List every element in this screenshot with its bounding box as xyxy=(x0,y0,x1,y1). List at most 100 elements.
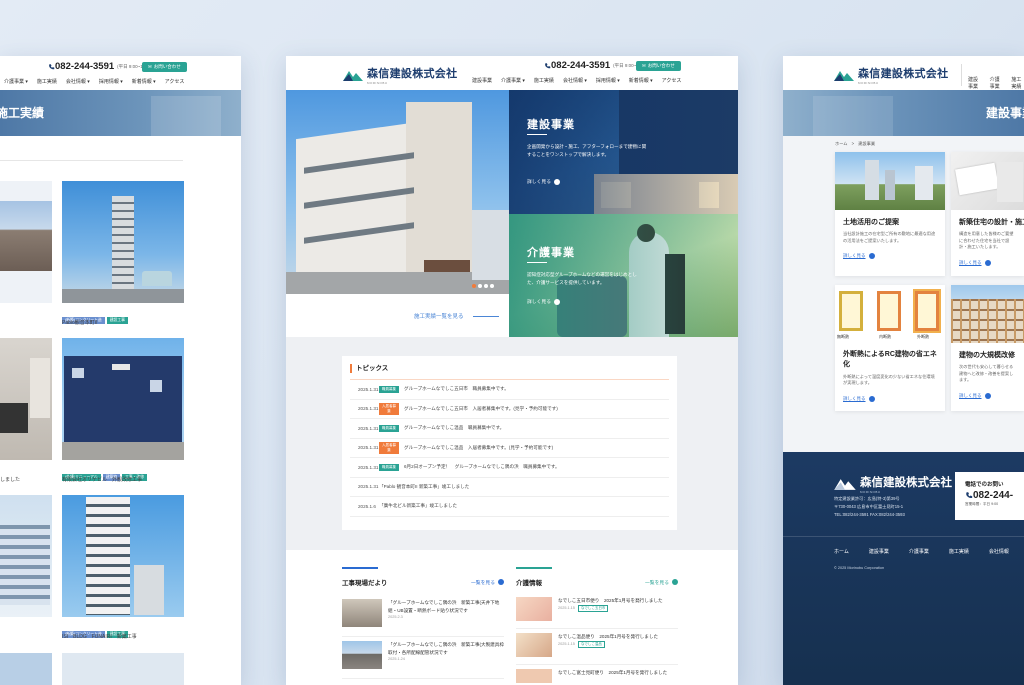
topic-text: グループホームなでしこ温品 入居者募集中です。(見学・予約可能です) xyxy=(404,444,554,450)
topic-row[interactable]: 2025.1.6 「廣牛北ビル新築工事」竣工しました xyxy=(350,497,669,517)
footer-license: 特定建設業許可：広島(特-3)第39号 xyxy=(834,496,900,501)
care-news-item[interactable]: なでしこ温品便り 2025年1月号を発行しました 2025.1.15 なでしこ温品 xyxy=(516,629,678,665)
work-title-2[interactable]: 有限会社オリゲビル 外観改修工事 xyxy=(62,476,142,483)
footer-logo[interactable]: 森信建設株式会社 MORINOBU xyxy=(834,474,952,494)
work-thumb-left-1[interactable] xyxy=(0,181,52,303)
topics-list: 2025.1.31 職員募集 グループホームなでしこ五日市 職員募集中です。 2025… xyxy=(350,380,669,517)
work-title-3[interactable]: ISI BLDG FUNAIRI 新築工事 xyxy=(62,633,137,640)
nav-item[interactable]: 会社情報 ▾ xyxy=(66,78,90,85)
hero-building-image xyxy=(286,90,509,294)
works-list-link-row[interactable]: 施工実績一覧を見る xyxy=(414,312,500,320)
nav-item[interactable]: アクセス xyxy=(165,78,185,85)
breadcrumb[interactable]: ホーム > 建設事業 xyxy=(835,141,875,147)
header-tel[interactable]: 082-244-3591 xyxy=(55,61,114,72)
topic-date: 2025.1.31 xyxy=(358,425,379,431)
nav-item[interactable]: アクセス xyxy=(662,77,682,84)
footer-link-item[interactable]: 建設事業 xyxy=(869,548,889,555)
site-logo[interactable]: 森信建設株式会社 MORINOBU xyxy=(343,65,457,85)
footer-link-item[interactable]: 施工実績 xyxy=(949,548,969,555)
topic-row[interactable]: 2025.1.31 職員募集 グループホームなでしこ温品 職員募集中です。 xyxy=(350,419,669,439)
care-news-title: 介護情報 xyxy=(516,580,542,587)
service-more-link[interactable]: 詳しく見る xyxy=(843,395,875,402)
service-more-link[interactable]: 詳しく見る xyxy=(959,392,991,399)
phone-icon xyxy=(966,492,973,499)
service-image xyxy=(951,285,1024,343)
nav-item[interactable]: 介護事業 xyxy=(990,76,1003,90)
care-news-more-link[interactable]: 一覧を見る xyxy=(645,579,678,586)
care-more-link[interactable]: 詳しく見る xyxy=(527,298,560,305)
topic-text: グループホームなでしこ五日市 職員募集中です。 xyxy=(404,386,509,392)
topic-date: 2025.1.31 xyxy=(358,464,379,470)
nav-item[interactable]: 建設事業 xyxy=(472,77,492,84)
work-title-left-2[interactable]: しました xyxy=(0,476,20,483)
site-news-more-link[interactable]: 一覧を見る xyxy=(471,579,504,586)
service-more-link[interactable]: 詳しく見る xyxy=(843,253,875,260)
work-thumb-left-2[interactable] xyxy=(0,338,52,460)
service-more-link[interactable]: 詳しく見る xyxy=(959,259,991,266)
care-panel[interactable]: 介護事業 認知症対応型グループホームなどの運営をはじめとした、介護サービスを提供… xyxy=(509,214,738,337)
logo-sub: MORINOBU xyxy=(367,81,388,85)
topic-row[interactable]: 2025.1.31 職員募集 グループホームなでしこ五日市 職員募集中です。 xyxy=(350,380,669,400)
construction-panel[interactable]: 建設事業 企画開発から設計・施工、アフターフォローまで建物に関することをワンスト… xyxy=(509,90,738,214)
nav-item[interactable]: 会社情報 ▾ xyxy=(563,77,587,84)
mail-icon: ✉ xyxy=(148,64,152,69)
logo-name: 森信建設株式会社 xyxy=(367,68,458,80)
right-header: 森信建設株式会社 MORINOBU 建設事業 介護事業 施工実績 xyxy=(783,56,1024,90)
phone-icon xyxy=(545,62,551,68)
footer-link-item[interactable]: 会社情報 xyxy=(989,548,1009,555)
topic-row[interactable]: 2025.1.31 入居者募集 グループホームなでしこ温品 入居者募集中です。(見学… xyxy=(350,439,669,458)
work-thumb-isi[interactable] xyxy=(62,495,184,617)
footer-divider xyxy=(783,536,1024,537)
service-card-insulation[interactable]: 無断熱 内断熱 外断熱 外断熱によるRC建物の省エネ化 外断熱によって温度変化の… xyxy=(835,285,945,411)
work-title-1[interactable]: Pablo観音本町II xyxy=(62,319,98,326)
work-thumb-left-3[interactable] xyxy=(0,495,52,617)
mail-icon: ✉ xyxy=(642,63,646,68)
nav-item[interactable]: 採用情報 ▾ xyxy=(596,77,620,84)
service-card-new-house[interactable]: 新築住宅の設計・施工 構造を用意した皆様のご要望に合わせた住宅を当社で設計・施工… xyxy=(951,152,1024,276)
topic-row[interactable]: 2025.1.31 「Pablo 観音本町II 新築工事」竣工しました xyxy=(350,478,669,497)
service-card-renovation[interactable]: 建物の大規模改修 次の世代も安心して暮らせる建物へと改修・改善を提案します。 詳… xyxy=(951,285,1024,411)
footer-company: 森信建設株式会社 xyxy=(860,477,952,489)
construction-more-link[interactable]: 詳しく見る xyxy=(527,178,560,185)
nav-item[interactable]: 施工実績 xyxy=(37,78,57,85)
contact-button[interactable]: ✉ お問い合わせ xyxy=(636,61,681,71)
center-page-preview: 森信建設株式会社 MORINOBU 082-244-3591 (平日 9:00~… xyxy=(286,56,738,685)
work-thumb-origami[interactable] xyxy=(62,338,184,460)
care-news-item[interactable]: なでしこ五日市便り 2025年1月号を発行しました 2025.1.15 なでしこ五日… xyxy=(516,593,678,629)
hero-slider-dots[interactable] xyxy=(472,284,494,288)
topic-category-badge: 職員募集 xyxy=(379,385,399,393)
topic-row[interactable]: 2025.1.31 入居者募集 グループホームなでしこ五日市 入居者募集中です。(見… xyxy=(350,400,669,419)
site-news-item[interactable]: 「グループホームなでしこ隅の浜 新築工事(大製建具枠取付・各所配線配管状況です 2… xyxy=(342,637,504,679)
main-nav: 建設事業 介護事業 ▾ 施工実績 会社情報 ▾ 採用情報 ▾ 新着情報 ▾ アクセス xyxy=(472,77,681,84)
topic-date: 2025.1.6 xyxy=(358,503,376,509)
site-news-item[interactable]: 「グループホームなでしこ隅の浜 新築工事(天井下地組・UB設置・断熱ボード貼り状… xyxy=(342,595,504,637)
footer-link-item[interactable]: 介護事業 xyxy=(909,548,929,555)
topic-row[interactable]: 2025.1.31 職員募集 6月2日オープン予定！ グループホームなでしこ隅の浜 … xyxy=(350,458,669,478)
nav-item[interactable]: 新着情報 ▾ xyxy=(132,78,156,85)
site-logo[interactable]: 森信建設株式会社 MORINOBU xyxy=(834,65,948,85)
site-news-section: 工事現場だより 一覧を見る 「グループホームなでしこ隅の浜 新築工事(天井下地組… xyxy=(342,567,504,685)
footer-link-item[interactable]: ホーム xyxy=(834,548,849,555)
nav-item[interactable]: 介護事業 ▾ xyxy=(4,78,28,85)
work-thumb-left-5[interactable] xyxy=(62,653,184,685)
service-card-land[interactable]: 土地活用のご提案 当社設計施工の在宅型ご所有の敷地に最適な用途の活用法をご提案い… xyxy=(835,152,945,276)
care-news-item[interactable]: なでしこ富士見町便り 2025年1月号を発行しました xyxy=(516,665,678,685)
insulation-diagram: 無断熱 内断熱 外断熱 xyxy=(835,285,945,343)
work-thumb-left-4[interactable] xyxy=(0,653,52,685)
footer-nav: ホーム 建設事業 介護事業 施工実績 会社情報 xyxy=(834,548,1009,555)
nav-item[interactable]: 建設事業 xyxy=(968,76,981,90)
nav-item[interactable]: 施工実績 xyxy=(1011,76,1024,90)
contact-button[interactable]: ✉ お問い合わせ xyxy=(142,62,187,72)
left-banner-title: 施工実績 xyxy=(0,106,45,120)
nav-item[interactable]: 施工実績 xyxy=(534,77,554,84)
left-nav: 介護事業 ▾ 施工実績 会社情報 ▾ 採用情報 ▾ 新着情報 ▾ アクセス xyxy=(4,78,184,85)
nav-item[interactable]: 介護事業 ▾ xyxy=(501,77,525,84)
footer-phone-box[interactable]: 電話でのお問い 082-244- 営業時間：平日 9:00 xyxy=(955,472,1024,520)
topic-date: 2025.1.31 xyxy=(358,406,379,412)
arrow-icon xyxy=(498,579,504,586)
topic-text: グループホームなでしこ温品 職員募集中です。 xyxy=(404,425,505,431)
nav-item[interactable]: 採用情報 ▾ xyxy=(99,78,123,85)
work-thumb-pablo[interactable] xyxy=(62,181,184,303)
nav-item[interactable]: 新着情報 ▾ xyxy=(629,77,653,84)
header-tel[interactable]: 082-244-3591 xyxy=(551,60,610,71)
